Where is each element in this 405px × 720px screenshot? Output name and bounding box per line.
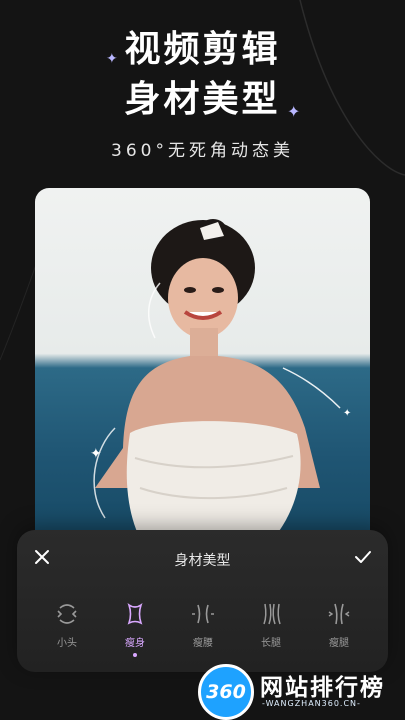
- check-icon[interactable]: [352, 546, 374, 568]
- watermark-domain: -WANGZHAN360.CN-: [262, 699, 361, 708]
- body-shaping-panel: 身材美型 小头 瘦身 瘦腰 长腿 瘦腿: [17, 530, 388, 672]
- tool-slim-body[interactable]: 瘦身: [105, 600, 165, 657]
- tool-label: 瘦腰: [193, 638, 213, 649]
- tool-label: 小头: [57, 638, 77, 649]
- svg-text:✦: ✦: [90, 446, 102, 462]
- watermark-logo: 360: [198, 664, 254, 720]
- active-indicator: [133, 653, 137, 657]
- svg-text:✦: ✦: [343, 408, 351, 419]
- headline-title: 视频剪辑: [124, 29, 281, 70]
- tool-slim-waist[interactable]: 瘦腰: [173, 600, 233, 649]
- site-watermark: 360 网站排行榜 -WANGZHAN360.CN-: [198, 664, 405, 720]
- headline-subtitle: 身材美型: [124, 79, 281, 120]
- preview-photo: ✦ ✦: [35, 188, 370, 548]
- slim-waist-icon: [192, 604, 214, 624]
- tool-long-legs[interactable]: 长腿: [241, 600, 301, 649]
- panel-title: 身材美型: [174, 553, 231, 569]
- slim-legs-icon: [328, 603, 350, 625]
- long-legs-icon: [263, 603, 281, 625]
- small-head-icon: [57, 604, 77, 624]
- tool-slim-legs[interactable]: 瘦腿: [309, 600, 369, 649]
- sparkle-icon: ✦: [106, 51, 118, 67]
- tool-label: 长腿: [261, 638, 281, 649]
- watermark-name: 网站排行榜: [260, 675, 385, 701]
- slim-body-icon: [127, 603, 143, 625]
- tool-small-head[interactable]: 小头: [37, 600, 97, 649]
- tool-label: 瘦腿: [329, 638, 349, 649]
- sparkle-icon: ✦: [287, 102, 301, 121]
- tool-row: 小头 瘦身 瘦腰 长腿 瘦腿: [17, 600, 388, 660]
- tool-label: 瘦身: [125, 638, 145, 649]
- headline-tagline: 360°无死角动态美: [111, 141, 294, 161]
